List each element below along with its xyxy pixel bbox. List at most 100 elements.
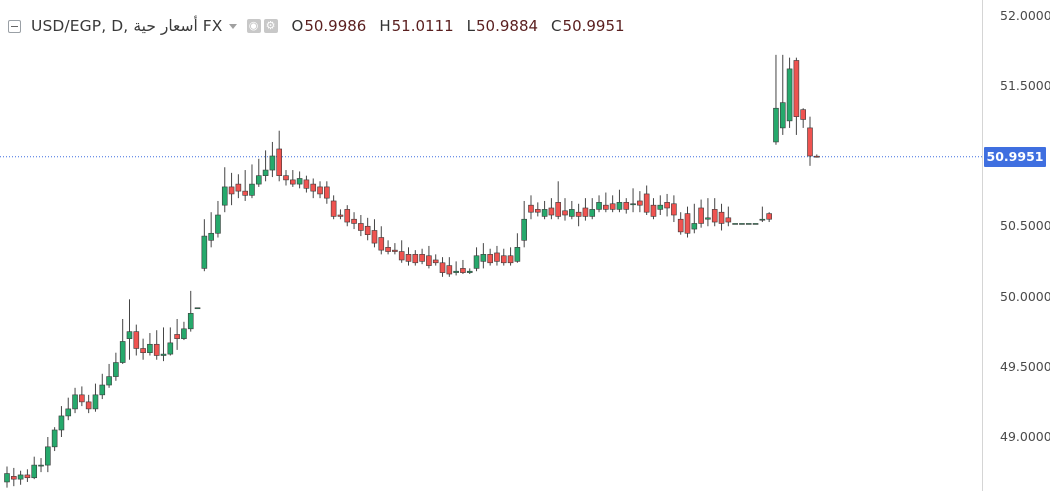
eye-icon[interactable]: ◉	[246, 19, 261, 33]
candle[interactable]	[534, 202, 541, 217]
chart-area[interactable]: USD/EGP, D, أسعار حية FX ◉ ⚙ O 50.9986 H…	[0, 0, 1050, 491]
candle[interactable]	[72, 387, 78, 414]
candle[interactable]	[589, 198, 596, 220]
candle[interactable]	[773, 54, 779, 145]
candle[interactable]	[671, 195, 677, 223]
candle[interactable]	[698, 199, 704, 228]
candle[interactable]	[385, 240, 391, 255]
candle[interactable]	[364, 217, 371, 241]
candle[interactable]	[140, 338, 146, 360]
candle[interactable]	[664, 193, 670, 217]
candle[interactable]	[514, 233, 521, 263]
candle[interactable]	[113, 352, 119, 381]
candle[interactable]	[201, 219, 208, 272]
candle[interactable]	[766, 212, 772, 223]
candle[interactable]	[616, 189, 623, 213]
candle[interactable]	[739, 223, 745, 225]
candle[interactable]	[582, 198, 589, 221]
candle[interactable]	[303, 175, 310, 193]
candle[interactable]	[262, 150, 269, 182]
candle[interactable]	[79, 386, 85, 407]
candle[interactable]	[344, 205, 351, 227]
candle[interactable]	[684, 206, 691, 238]
candle[interactable]	[235, 174, 242, 199]
candle[interactable]	[228, 172, 235, 206]
candle[interactable]	[596, 195, 602, 213]
candle[interactable]	[555, 181, 562, 220]
candle[interactable]	[541, 200, 548, 220]
candle[interactable]	[276, 130, 283, 182]
candle[interactable]	[17, 470, 24, 485]
candle[interactable]	[290, 170, 296, 187]
candle[interactable]	[167, 327, 174, 356]
candle[interactable]	[460, 259, 466, 275]
candle[interactable]	[779, 54, 786, 135]
candlestick-plot[interactable]	[0, 0, 1050, 491]
candle[interactable]	[371, 219, 378, 248]
candle[interactable]	[147, 333, 153, 356]
candle[interactable]	[412, 250, 419, 266]
candle[interactable]	[473, 247, 480, 272]
candle[interactable]	[119, 318, 126, 364]
candle[interactable]	[296, 171, 303, 189]
candle[interactable]	[711, 198, 718, 227]
candle[interactable]	[378, 226, 385, 255]
candle[interactable]	[643, 185, 650, 216]
candle[interactable]	[208, 212, 214, 248]
candle[interactable]	[705, 198, 711, 227]
candle[interactable]	[249, 164, 255, 199]
candle[interactable]	[732, 223, 738, 225]
candle[interactable]	[194, 307, 201, 310]
candle[interactable]	[153, 330, 160, 360]
candle[interactable]	[11, 467, 17, 487]
candle[interactable]	[439, 257, 446, 277]
candle[interactable]	[160, 327, 167, 362]
candle[interactable]	[4, 466, 10, 488]
candle[interactable]	[337, 209, 344, 220]
candle[interactable]	[609, 195, 616, 213]
candle[interactable]	[31, 456, 38, 480]
candle[interactable]	[800, 108, 806, 128]
candle[interactable]	[126, 299, 133, 360]
candle[interactable]	[786, 57, 793, 128]
candle[interactable]	[24, 469, 31, 482]
candle[interactable]	[691, 203, 698, 234]
candle[interactable]	[752, 223, 759, 225]
candle[interactable]	[99, 373, 106, 400]
candle[interactable]	[562, 198, 568, 221]
candle[interactable]	[283, 170, 289, 186]
candle[interactable]	[650, 198, 657, 220]
candle[interactable]	[718, 203, 725, 231]
candle[interactable]	[793, 57, 800, 135]
candle[interactable]	[745, 223, 752, 225]
candle[interactable]	[603, 192, 609, 213]
candle[interactable]	[637, 191, 643, 213]
candle[interactable]	[106, 363, 112, 388]
candle[interactable]	[405, 247, 412, 266]
candle[interactable]	[500, 248, 507, 266]
candle[interactable]	[759, 206, 766, 223]
candle[interactable]	[548, 198, 555, 220]
candle[interactable]	[569, 200, 575, 220]
candle[interactable]	[174, 318, 180, 350]
candle[interactable]	[398, 240, 405, 263]
candle[interactable]	[65, 397, 72, 421]
candle[interactable]	[466, 268, 473, 275]
collapse-icon[interactable]	[8, 19, 21, 33]
candle[interactable]	[85, 394, 92, 414]
candle[interactable]	[38, 458, 44, 473]
candle[interactable]	[419, 248, 425, 265]
candle[interactable]	[507, 247, 514, 266]
candle[interactable]	[426, 245, 432, 269]
candle[interactable]	[432, 254, 439, 266]
candle[interactable]	[725, 206, 732, 227]
candle[interactable]	[330, 195, 337, 220]
candle[interactable]	[51, 427, 58, 452]
candle[interactable]	[269, 141, 276, 178]
candle[interactable]	[480, 243, 487, 269]
candle[interactable]	[446, 257, 453, 277]
dropdown-icon[interactable]	[228, 23, 237, 29]
candle[interactable]	[221, 167, 228, 213]
candle[interactable]	[807, 116, 813, 166]
candle[interactable]	[310, 178, 317, 199]
